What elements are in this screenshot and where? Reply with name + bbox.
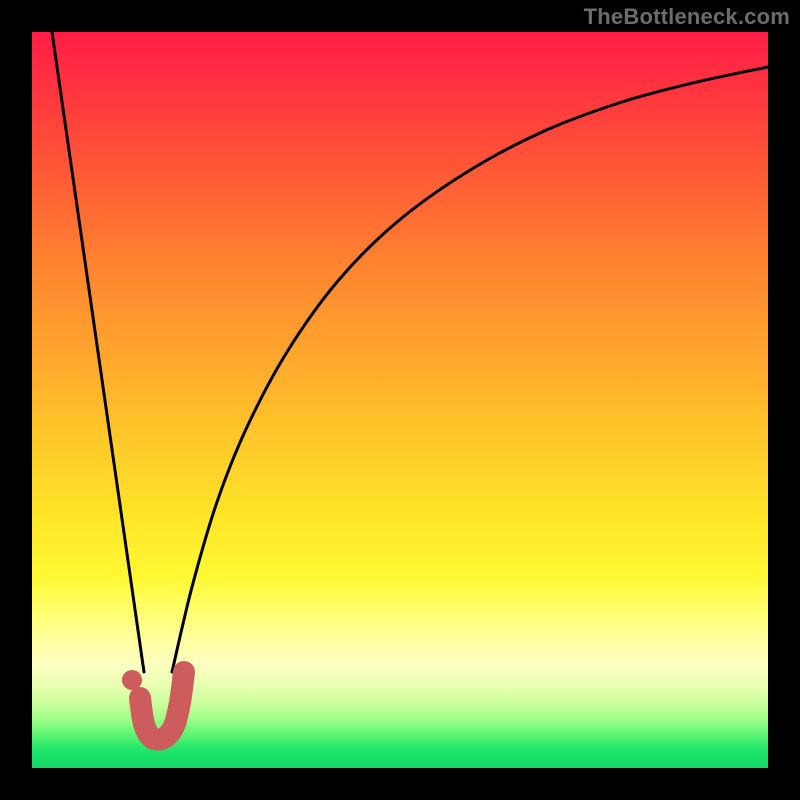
series-j-hook [140,672,184,740]
chart-frame: TheBottleneck.com [0,0,800,800]
series-left-descent [52,32,144,672]
watermark-text: TheBottleneck.com [584,4,790,30]
curve-layer [32,32,768,768]
series-right-sweep [172,67,768,672]
plot-area [32,32,768,768]
series-j-dot [122,670,142,690]
